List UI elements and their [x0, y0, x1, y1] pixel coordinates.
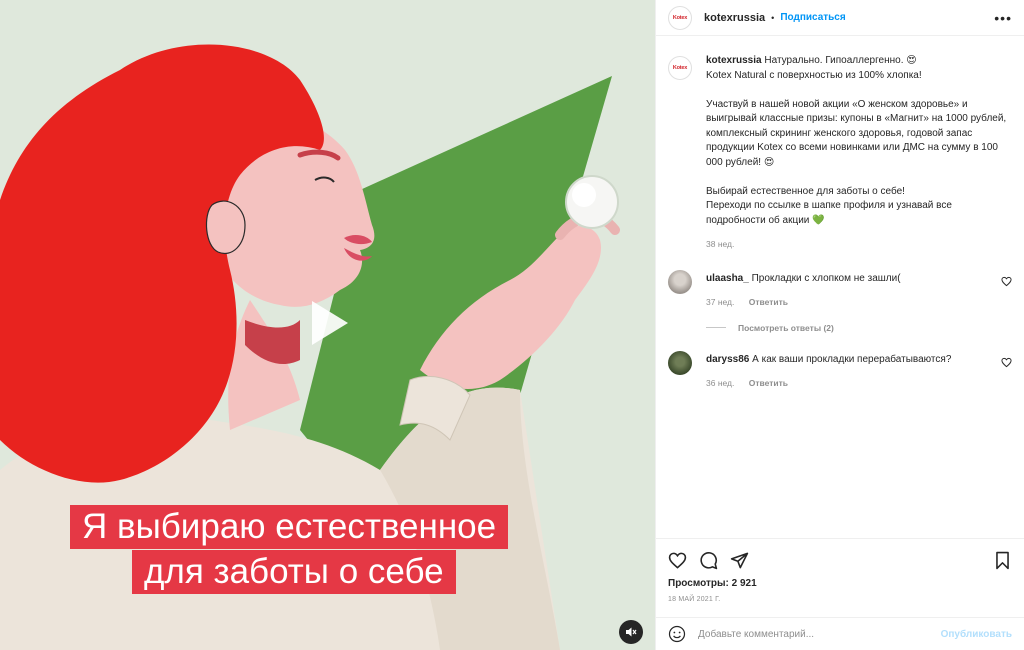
mute-button[interactable]	[619, 620, 643, 644]
comment-timestamp[interactable]: 37 нед.	[706, 297, 734, 307]
caption-username[interactable]: kotexrussia	[706, 55, 762, 66]
comment-username[interactable]: ulaasha_	[706, 273, 749, 284]
comment-text: А как ваши прокладки перерабатываются?	[752, 353, 952, 365]
post-caption: Kotex kotexrussia Натурально. Гипоаллерг…	[668, 54, 1012, 252]
view-replies-button[interactable]: Посмотреть ответы (2)	[706, 323, 1012, 333]
caption-line2: Kotex Natural с поверхностью из 100% хло…	[706, 69, 922, 81]
comment-username[interactable]: daryss86	[706, 354, 749, 365]
avatar[interactable]: Kotex	[668, 56, 692, 80]
heart-icon[interactable]	[1001, 357, 1012, 368]
publish-button[interactable]: Опубликовать	[941, 629, 1012, 640]
post-date: 18 МАЙ 2021 Г.	[668, 596, 721, 603]
avatar[interactable]	[668, 350, 692, 375]
comment-timestamp[interactable]: 36 нед.	[706, 378, 734, 388]
video-caption-line2: для заботы о себе	[132, 550, 456, 594]
speaker-muted-icon	[626, 627, 637, 637]
caption-para3-line2: Переходи по ссылке в шапке профиля и узн…	[706, 200, 952, 226]
like-heart-icon[interactable]	[668, 551, 687, 570]
more-horizontal-icon[interactable]: •••	[994, 10, 1012, 26]
emoji-icon[interactable]	[668, 625, 686, 643]
bookmark-icon[interactable]	[993, 551, 1012, 570]
comment-item: daryss86 А как ваши прокладки перерабаты…	[668, 350, 1012, 390]
add-comment-bar: Добавьте комментарий... Опубликовать	[656, 617, 1024, 650]
caption-line1: Натурально. Гипоаллергенно. 😍	[764, 55, 917, 66]
caption-timestamp[interactable]: 38 нед.	[706, 237, 1012, 252]
separator-dot: •	[771, 12, 775, 23]
post-header: Kotex kotexrussia • Подписаться •••	[656, 0, 1024, 36]
play-icon[interactable]	[294, 291, 358, 355]
comments-area[interactable]: Kotex kotexrussia Натурально. Гипоаллерг…	[656, 36, 1024, 538]
caption-paragraph2: Участвуй в нашей новой акции «О женском …	[706, 98, 1007, 168]
comment-input[interactable]: Добавьте комментарий...	[698, 629, 814, 640]
divider	[706, 327, 726, 328]
avatar[interactable]: Kotex	[668, 5, 692, 30]
reply-button[interactable]: Ответить	[749, 378, 788, 388]
header-username[interactable]: kotexrussia	[704, 12, 765, 24]
view-count[interactable]: Просмотры: 2 921	[668, 578, 1012, 589]
caption-para3-line1: Выбирай естественное для заботы о себе!	[706, 185, 905, 197]
post-side-panel: Kotex kotexrussia • Подписаться ••• Kote…	[655, 0, 1024, 650]
comment-item: ulaasha_ Прокладки с хлопком не зашли( 3…	[668, 269, 1012, 309]
view-replies-label: Посмотреть ответы (2)	[738, 322, 834, 333]
heart-icon[interactable]	[1001, 276, 1012, 287]
post-video[interactable]: Я выбираю естественное для заботы о себе	[0, 0, 655, 650]
reply-button[interactable]: Ответить	[749, 297, 788, 307]
avatar[interactable]	[668, 269, 692, 294]
post-actions: Просмотры: 2 921 18 МАЙ 2021 Г.	[656, 538, 1024, 603]
share-send-icon[interactable]	[730, 551, 749, 570]
video-caption-line1: Я выбираю естественное	[70, 505, 509, 549]
comment-bubble-icon[interactable]	[699, 551, 718, 570]
follow-button[interactable]: Подписаться	[780, 12, 845, 23]
comment-text: Прокладки с хлопком не зашли(	[751, 272, 901, 284]
